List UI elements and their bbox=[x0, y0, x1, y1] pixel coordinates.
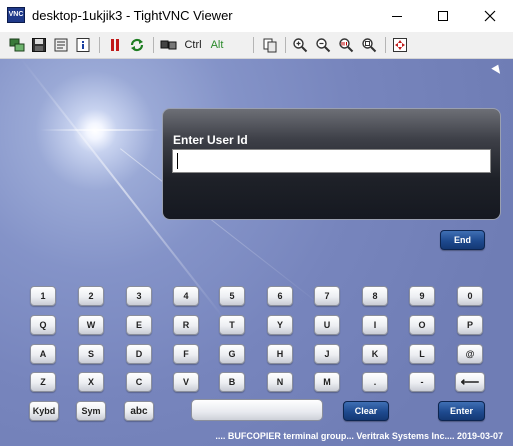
key-h[interactable]: H bbox=[267, 344, 293, 364]
minimize-icon bbox=[392, 15, 402, 17]
key-o[interactable]: O bbox=[409, 315, 435, 335]
zoom-in-icon[interactable] bbox=[291, 36, 309, 54]
space-bar[interactable] bbox=[191, 399, 323, 421]
key-period[interactable]: . bbox=[362, 372, 388, 392]
key-p[interactable]: P bbox=[457, 315, 483, 335]
toolbar-separator bbox=[153, 37, 154, 53]
key-9[interactable]: 9 bbox=[409, 286, 435, 306]
key-7[interactable]: 7 bbox=[314, 286, 340, 306]
key-b[interactable]: B bbox=[219, 372, 245, 392]
close-button[interactable] bbox=[467, 0, 513, 32]
enter-button[interactable]: Enter bbox=[438, 401, 485, 421]
key-r[interactable]: R bbox=[173, 315, 199, 335]
key-1[interactable]: 1 bbox=[30, 286, 56, 306]
status-bar: .... BUFCOPIER terminal group... Veritra… bbox=[0, 426, 513, 446]
key-0[interactable]: 0 bbox=[457, 286, 483, 306]
key-i[interactable]: I bbox=[362, 315, 388, 335]
save-icon[interactable] bbox=[30, 36, 48, 54]
title-bar: VNC desktop-1ukjik3 - TightVNC Viewer bbox=[0, 0, 513, 32]
key-8[interactable]: 8 bbox=[362, 286, 388, 306]
user-id-panel: Enter User Id bbox=[162, 108, 501, 220]
options-icon[interactable] bbox=[52, 36, 70, 54]
zoom-out-icon[interactable] bbox=[314, 36, 332, 54]
key-3[interactable]: 3 bbox=[126, 286, 152, 306]
user-id-input[interactable] bbox=[172, 149, 491, 173]
key-c[interactable]: C bbox=[126, 372, 152, 392]
send-keys-icon[interactable] bbox=[160, 36, 178, 54]
key-q[interactable]: Q bbox=[30, 315, 56, 335]
toolbar-separator bbox=[99, 37, 100, 53]
key-u[interactable]: U bbox=[314, 315, 340, 335]
key-g[interactable]: G bbox=[219, 344, 245, 364]
info-icon[interactable] bbox=[74, 36, 92, 54]
maximize-icon bbox=[438, 11, 448, 21]
kybd-key[interactable]: Kybd bbox=[29, 401, 59, 421]
key-w[interactable]: W bbox=[78, 315, 104, 335]
zoom-auto-icon[interactable] bbox=[360, 36, 378, 54]
key-2[interactable]: 2 bbox=[78, 286, 104, 306]
clear-button[interactable]: Clear bbox=[343, 401, 389, 421]
status-text: .... BUFCOPIER terminal group... Veritra… bbox=[215, 431, 503, 441]
key-v[interactable]: V bbox=[173, 372, 199, 392]
key-m[interactable]: M bbox=[314, 372, 340, 392]
key-minus[interactable]: - bbox=[409, 372, 435, 392]
zoom-100-icon[interactable] bbox=[337, 36, 355, 54]
new-connection-icon[interactable] bbox=[8, 36, 26, 54]
alt-toggle[interactable]: Alt bbox=[206, 36, 228, 54]
end-button[interactable]: End bbox=[440, 230, 485, 250]
fullscreen-icon[interactable] bbox=[391, 36, 409, 54]
key-at[interactable]: @ bbox=[457, 344, 483, 364]
remote-desktop[interactable]: Enter User Id End 1 2 3 4 5 6 7 8 9 0 Q … bbox=[0, 59, 513, 446]
toolbar-separator bbox=[285, 37, 286, 53]
abc-key[interactable]: abc bbox=[124, 401, 154, 421]
backspace-key[interactable]: ⟵ bbox=[455, 372, 485, 392]
maximize-button[interactable] bbox=[420, 0, 466, 32]
window-title: desktop-1ukjik3 - TightVNC Viewer bbox=[32, 8, 233, 23]
key-e[interactable]: E bbox=[126, 315, 152, 335]
key-y[interactable]: Y bbox=[267, 315, 293, 335]
key-k[interactable]: K bbox=[362, 344, 388, 364]
key-f[interactable]: F bbox=[173, 344, 199, 364]
key-5[interactable]: 5 bbox=[219, 286, 245, 306]
pause-icon[interactable] bbox=[106, 36, 124, 54]
key-z[interactable]: Z bbox=[30, 372, 56, 392]
key-s[interactable]: S bbox=[78, 344, 104, 364]
key-4[interactable]: 4 bbox=[173, 286, 199, 306]
text-caret bbox=[177, 153, 178, 169]
key-a[interactable]: A bbox=[30, 344, 56, 364]
sym-key[interactable]: Sym bbox=[76, 401, 106, 421]
key-d[interactable]: D bbox=[126, 344, 152, 364]
key-x[interactable]: X bbox=[78, 372, 104, 392]
tightvnc-app-icon: VNC bbox=[7, 7, 25, 23]
toolbar-separator bbox=[253, 37, 254, 53]
ctrl-toggle[interactable]: Ctrl bbox=[181, 36, 205, 54]
minimize-button[interactable] bbox=[374, 0, 420, 32]
user-id-label: Enter User Id bbox=[173, 133, 248, 147]
toolbar-separator bbox=[385, 37, 386, 53]
key-l[interactable]: L bbox=[409, 344, 435, 364]
key-n[interactable]: N bbox=[267, 372, 293, 392]
key-6[interactable]: 6 bbox=[267, 286, 293, 306]
lens-flare-ray bbox=[40, 129, 160, 131]
key-t[interactable]: T bbox=[219, 315, 245, 335]
refresh-icon[interactable] bbox=[128, 36, 146, 54]
key-j[interactable]: J bbox=[314, 344, 340, 364]
close-icon bbox=[484, 10, 496, 22]
clipboard-icon[interactable] bbox=[261, 36, 279, 54]
mouse-cursor-icon bbox=[491, 64, 503, 77]
toolbar: Ctrl Alt bbox=[0, 32, 513, 59]
